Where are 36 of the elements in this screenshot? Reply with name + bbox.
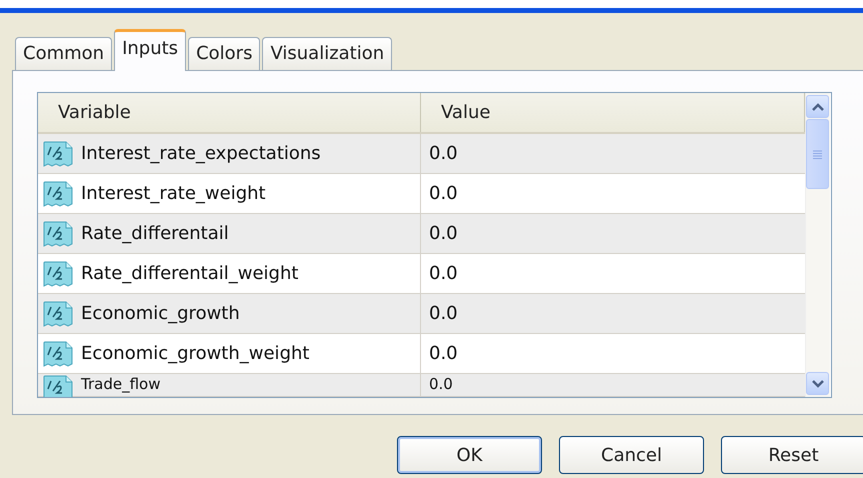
column-header[interactable]: Variable <box>38 93 421 132</box>
variable-name: Interest_rate_weight <box>81 183 266 204</box>
dialog-button[interactable]: OK <box>397 436 542 474</box>
value-text[interactable]: 0.0 <box>429 223 458 244</box>
scroll-thumb[interactable] <box>806 119 829 189</box>
grip-icon <box>813 150 822 158</box>
variable-name: Economic_growth_weight <box>81 343 310 364</box>
variable-type-icon <box>43 260 73 286</box>
value-text[interactable]: 0.0 <box>429 183 458 204</box>
variable-type-icon <box>43 180 73 206</box>
scroll-up-button[interactable] <box>806 95 829 118</box>
value-text[interactable]: 0.0 <box>429 303 458 324</box>
variable-type-icon <box>43 220 73 246</box>
variable-name: Interest_rate_expectations <box>81 143 321 164</box>
variable-name: Trade_flow <box>81 375 160 393</box>
variable-name: Rate_differentail_weight <box>81 263 298 284</box>
value-text[interactable]: 0.0 <box>429 343 458 364</box>
tab[interactable]: Colors <box>188 37 260 70</box>
variable-type-icon <box>43 375 73 397</box>
up-caret-icon <box>812 102 824 110</box>
variable-name: Economic_growth <box>81 303 240 324</box>
value-text[interactable]: 0.0 <box>429 375 453 393</box>
variable-type-icon <box>43 300 73 326</box>
variable-type-icon <box>43 340 73 366</box>
tab[interactable]: Common <box>15 37 112 70</box>
tab[interactable]: Visualization <box>262 37 392 70</box>
dialog-button[interactable]: Reset <box>721 436 863 474</box>
scrollbar[interactable] <box>805 93 830 397</box>
value-text[interactable]: 0.0 <box>429 263 458 284</box>
tab[interactable]: Inputs <box>114 29 186 71</box>
dialog-button[interactable]: Cancel <box>559 436 704 474</box>
variable-name: Rate_differentail <box>81 223 229 244</box>
down-caret-icon <box>812 380 824 388</box>
scroll-down-button[interactable] <box>806 372 829 395</box>
value-text[interactable]: 0.0 <box>429 143 458 164</box>
variable-type-icon <box>43 140 73 166</box>
